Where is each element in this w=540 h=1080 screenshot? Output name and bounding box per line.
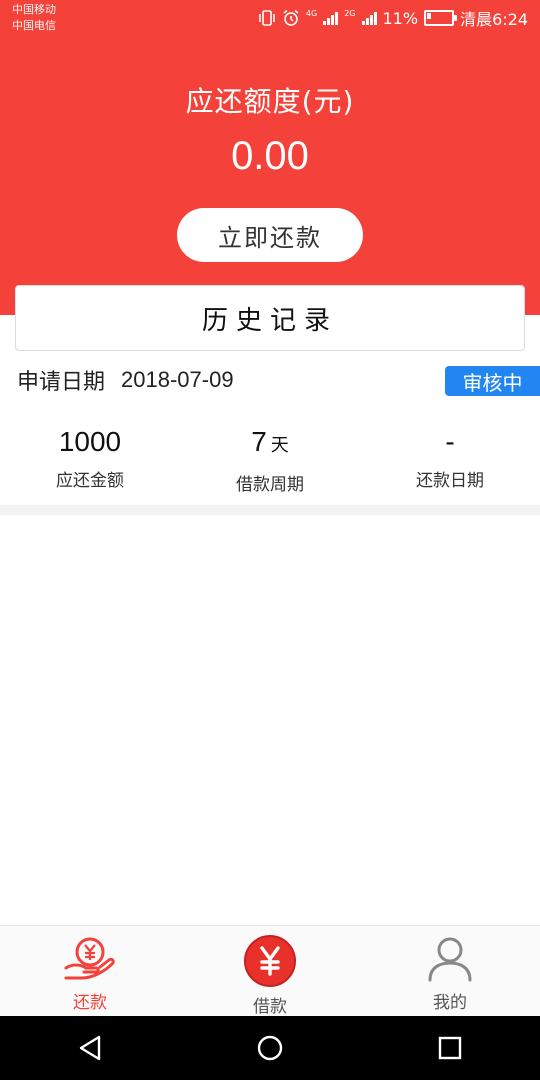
yen-coin-icon xyxy=(244,935,296,987)
battery-percent: 11% xyxy=(382,8,419,28)
header-banner: 中国移动 中国电信 4G 2G 11% 清晨6:24 应还额度(元) 0.00 … xyxy=(0,0,540,315)
network-4g-label: 4G xyxy=(305,9,318,18)
stat-period-value: 7 xyxy=(251,426,267,457)
stat-due-date-value: - xyxy=(445,426,455,457)
home-button[interactable] xyxy=(240,1018,300,1078)
tab-borrow[interactable]: 借款 xyxy=(180,926,360,1017)
carrier-2: 中国电信 xyxy=(12,19,56,32)
home-circle-icon xyxy=(257,1035,283,1061)
status-bar: 中国移动 中国电信 4G 2G 11% 清晨6:24 xyxy=(0,0,540,40)
stat-period-unit: 天 xyxy=(270,435,289,456)
signal-icon-2 xyxy=(361,11,377,25)
back-button[interactable] xyxy=(60,1018,120,1078)
carrier-1: 中国移动 xyxy=(12,3,56,16)
alarm-icon xyxy=(283,9,299,26)
stat-due-date: - 还款日期 xyxy=(360,420,540,500)
section-divider xyxy=(0,505,540,515)
repay-now-button[interactable]: 立即还款 xyxy=(177,208,363,262)
apply-date-value: 2018-07-09 xyxy=(121,367,234,392)
history-records-button[interactable]: 历史记录 xyxy=(15,285,525,351)
stat-amount: 1000 应还金额 xyxy=(0,420,180,500)
tab-borrow-label: 借款 xyxy=(253,997,287,1017)
tab-mine[interactable]: 我的 xyxy=(360,926,540,1017)
apply-date-row: 申请日期 2018-07-09 审核中 xyxy=(17,362,540,398)
clock: 清晨6:24 xyxy=(460,10,528,29)
stat-period: 7天 借款周期 xyxy=(180,420,360,500)
carriers: 中国移动 中国电信 xyxy=(12,2,56,34)
recents-button[interactable] xyxy=(420,1018,480,1078)
stat-period-label: 借款周期 xyxy=(236,475,304,495)
tab-repay[interactable]: 还款 xyxy=(0,926,180,1017)
stat-due-date-label: 还款日期 xyxy=(416,471,484,491)
screen: 中国移动 中国电信 4G 2G 11% 清晨6:24 应还额度(元) 0.00 … xyxy=(0,0,540,1080)
tab-mine-label: 我的 xyxy=(433,993,467,1013)
back-triangle-icon xyxy=(79,1035,101,1061)
network-2g-label: 2G xyxy=(344,9,356,18)
status-badge: 审核中 xyxy=(445,366,540,396)
repay-hand-yen-icon xyxy=(64,937,115,980)
stat-amount-value: 1000 xyxy=(58,426,122,457)
tab-repay-label: 还款 xyxy=(73,993,107,1013)
vibrate-icon xyxy=(259,10,275,26)
bottom-tab-bar: 还款 借款 我的 xyxy=(0,925,540,1017)
user-icon xyxy=(428,937,472,982)
stat-period-value-wrap: 7天 xyxy=(180,420,360,468)
battery-icon xyxy=(424,10,458,26)
status-icons: 4G 2G 11% 清晨6:24 xyxy=(258,8,528,29)
due-amount-value: 0.00 xyxy=(231,134,309,178)
apply-date-label: 申请日期 xyxy=(17,370,106,395)
signal-icon-1 xyxy=(323,11,339,25)
record-stats: 1000 应还金额 7天 借款周期 - 还款日期 xyxy=(0,420,540,500)
system-navigation-bar xyxy=(0,1016,540,1080)
stat-amount-label: 应还金额 xyxy=(56,471,124,491)
recents-square-icon xyxy=(438,1036,462,1060)
due-amount-title: 应还额度(元) xyxy=(185,85,355,118)
